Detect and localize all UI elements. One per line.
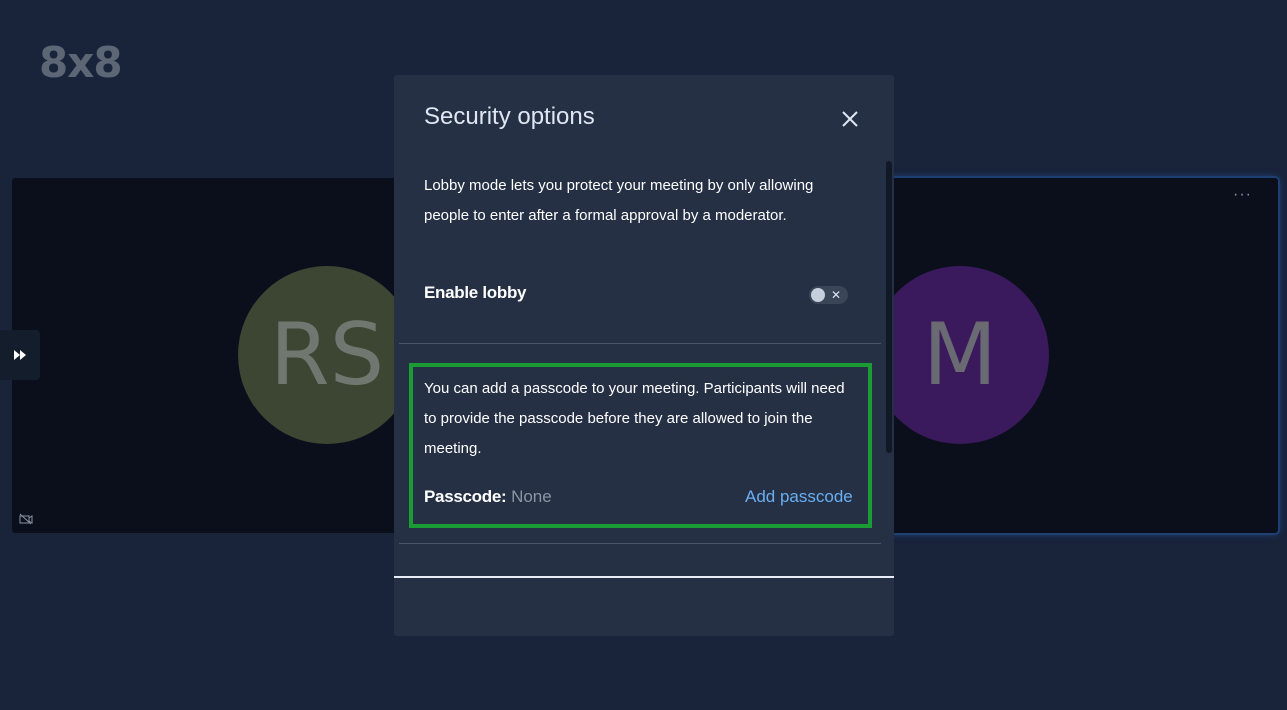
avatar: RS (238, 266, 416, 444)
close-icon[interactable] (838, 107, 862, 131)
expand-sidebar-button[interactable] (0, 330, 40, 380)
toggle-off-icon: ✕ (831, 288, 842, 302)
more-options-icon[interactable]: ··· (1233, 186, 1252, 204)
avatar-initials: M (922, 305, 998, 405)
avatar: M (871, 266, 1049, 444)
enable-lobby-toggle[interactable]: ✕ (809, 286, 848, 304)
passcode-status: Passcode: None (424, 487, 552, 507)
toggle-knob (811, 288, 825, 302)
meeting-stage: 8x8 RS M ··· Security options Lobby mode… (0, 0, 1287, 710)
add-passcode-link[interactable]: Add passcode (745, 487, 853, 507)
passcode-value: None (511, 487, 552, 506)
passcode-label: Passcode: (424, 487, 507, 506)
enable-lobby-label: Enable lobby (424, 283, 527, 302)
section-divider (399, 543, 881, 544)
dialog-title: Security options (424, 103, 595, 130)
section-divider (399, 343, 881, 344)
dialog-scrollbar[interactable] (886, 161, 892, 453)
app-logo: 8x8 (39, 38, 123, 87)
camera-off-icon (19, 513, 33, 525)
lobby-description: Lobby mode lets you protect your meeting… (424, 177, 814, 224)
dialog-footer-separator (394, 576, 894, 578)
security-options-dialog: Security options Lobby mode lets you pro… (394, 75, 894, 636)
passcode-description: You can add a passcode to your meeting. … (424, 380, 845, 457)
fast-forward-icon (14, 350, 26, 360)
avatar-initials: RS (269, 305, 385, 405)
